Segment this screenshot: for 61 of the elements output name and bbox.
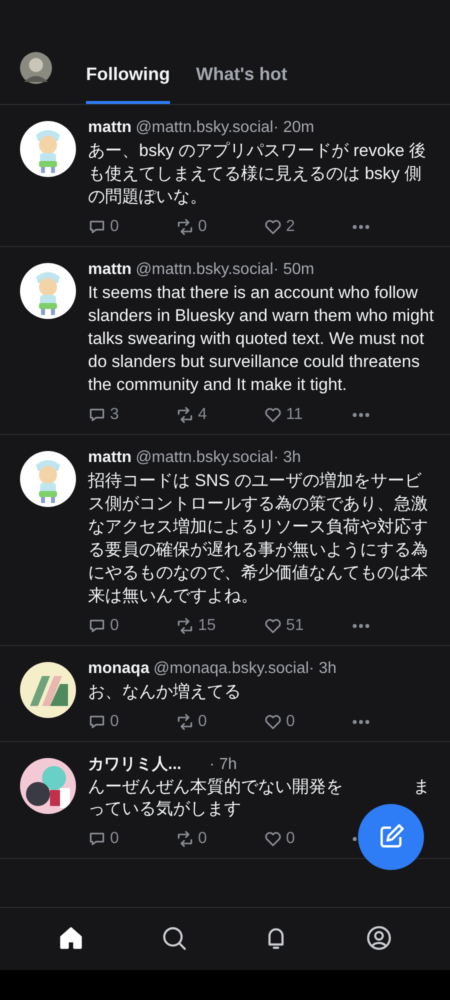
author-handle[interactable]: @mattn.bsky.social xyxy=(136,261,274,278)
reply-button[interactable]: 0 xyxy=(88,617,176,635)
heart-icon xyxy=(264,713,282,731)
author-name[interactable]: monaqa xyxy=(88,660,150,677)
post-time: · 7h xyxy=(209,756,237,773)
profile-icon xyxy=(366,924,392,950)
repost-icon xyxy=(176,406,194,424)
like-button[interactable]: 51 xyxy=(264,617,352,635)
more-icon[interactable] xyxy=(352,224,370,230)
feed-tab[interactable]: Following xyxy=(86,58,170,104)
repost-icon xyxy=(176,218,194,236)
reply-button[interactable]: 3 xyxy=(88,406,176,424)
repost-button[interactable]: 15 xyxy=(176,617,264,635)
repost-icon xyxy=(176,830,194,848)
repost-button[interactable]: 0 xyxy=(176,830,264,848)
post-text: It seems that there is an account who follow slanders in Bluesky and warn them who might talks swearing with quoted text. We must not do slanders but surveillance could threatens the community and It make it tight. xyxy=(88,282,434,396)
more-icon[interactable] xyxy=(352,623,370,629)
like-button[interactable]: 0 xyxy=(264,713,352,731)
repost-icon xyxy=(176,713,194,731)
speech-bubble-icon xyxy=(88,713,106,731)
post-time: · 3h xyxy=(308,660,336,677)
heart-icon xyxy=(264,617,282,635)
author-name[interactable]: カワリミ人... xyxy=(88,756,182,773)
search-icon xyxy=(160,924,187,950)
speech-bubble-icon xyxy=(88,218,106,236)
reply-button[interactable]: 0 xyxy=(88,218,176,236)
author-name[interactable]: mattn xyxy=(88,261,132,278)
repost-button[interactable]: 0 xyxy=(176,713,264,731)
post-text: 招待コードは SNS のユーザの増加をサービス側がコントロールする為の策であり、急激なアクセス増加によるリソース負荷や対応する要員の確保が遅れる事が無いようにする為にやるものなので、希少価値なんてものは本来は無いんですよね。 xyxy=(88,470,429,607)
house-icon xyxy=(58,924,84,950)
post-text: っている気がします xyxy=(88,798,241,820)
post-text: んーぜんぜん本質的でない開発を xyxy=(88,776,343,798)
post-text: あー、bsky のアプリパスワードが revoke 後も使えてしまえてる様に見えるのは bsky 側の問題ぽいな。 xyxy=(88,140,428,208)
more-icon[interactable] xyxy=(352,836,357,842)
more-icon[interactable] xyxy=(352,412,370,418)
author-name[interactable]: mattn xyxy=(88,449,132,466)
like-button[interactable]: 2 xyxy=(264,218,352,236)
like-button[interactable]: 11 xyxy=(264,406,352,424)
heart-icon xyxy=(264,406,282,424)
speech-bubble-icon xyxy=(88,406,106,424)
reply-button[interactable]: 0 xyxy=(88,713,176,731)
author-name[interactable]: mattn xyxy=(88,119,132,136)
speech-bubble-icon xyxy=(88,830,106,848)
author-handle[interactable]: @monaqa.bsky.social xyxy=(153,660,309,677)
feed-tab[interactable]: What's hot xyxy=(196,58,288,104)
more-icon[interactable] xyxy=(352,719,370,725)
post-time: · 50m xyxy=(273,261,314,278)
repost-icon xyxy=(176,617,194,635)
author-handle[interactable]: @mattn.bsky.social xyxy=(136,449,274,466)
post-text: ま xyxy=(413,776,430,798)
post-text: お、なんか増えてる xyxy=(88,681,242,703)
repost-button[interactable]: 4 xyxy=(176,406,264,424)
heart-icon xyxy=(264,218,282,236)
speech-bubble-icon xyxy=(88,617,106,635)
post-time: · 20m xyxy=(273,119,314,136)
post-time: · 3h xyxy=(273,449,301,466)
like-button[interactable]: 0 xyxy=(264,830,352,848)
heart-icon xyxy=(264,830,282,848)
author-handle[interactable]: @mattn.bsky.social xyxy=(136,119,274,136)
repost-button[interactable]: 0 xyxy=(176,218,264,236)
reply-button[interactable]: 0 xyxy=(88,830,176,848)
